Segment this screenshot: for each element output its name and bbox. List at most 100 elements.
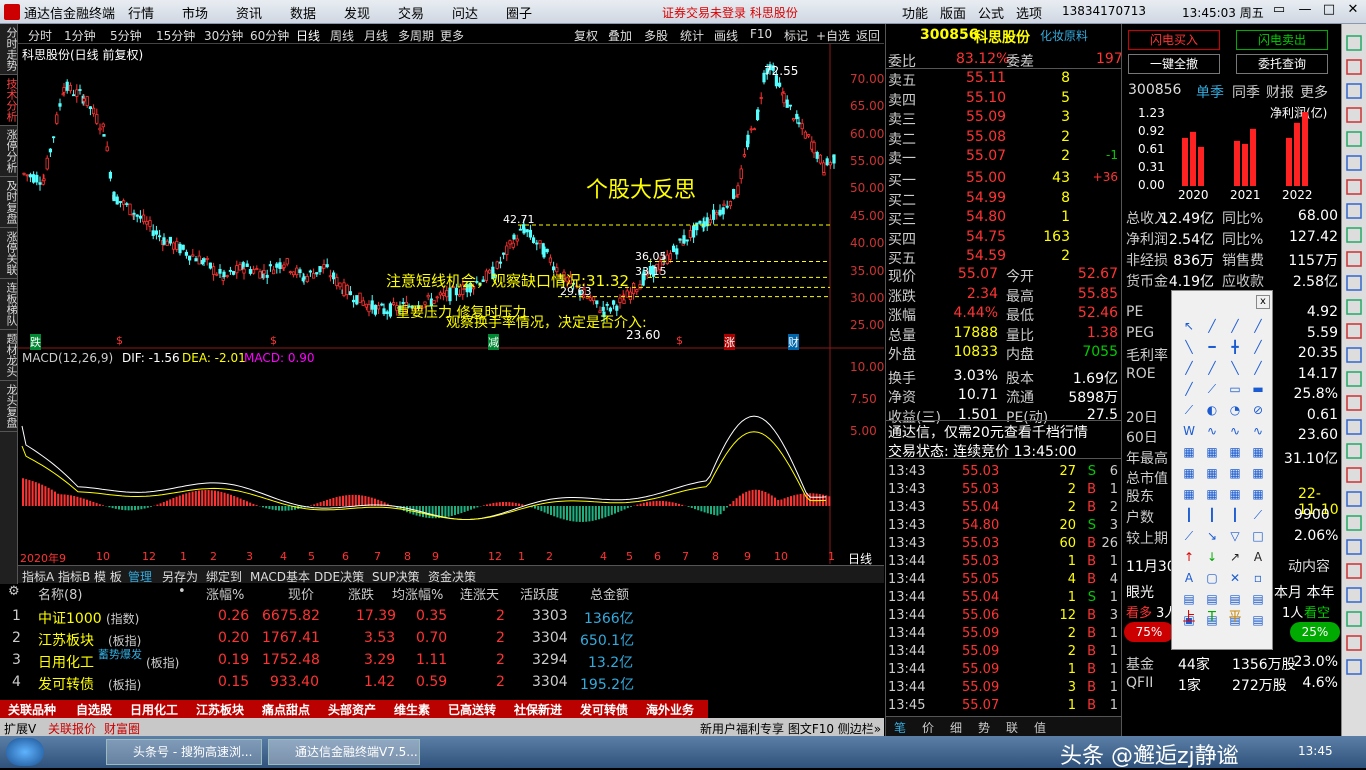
mark-label[interactable]: $ bbox=[270, 334, 277, 347]
indicator-tab[interactable]: DDE决策 bbox=[314, 568, 364, 585]
tick-tab[interactable]: 价 bbox=[922, 719, 934, 736]
sell-row[interactable]: 卖五55.118 bbox=[886, 70, 1122, 89]
tick-tab[interactable]: 联 bbox=[1006, 719, 1018, 736]
draw-tool-icon[interactable]: ▦ bbox=[1178, 485, 1200, 503]
indicator-tab[interactable]: 模 板 bbox=[94, 568, 122, 585]
col-header[interactable]: 名称(8) bbox=[38, 584, 82, 603]
indicator-tab[interactable]: SUP决策 bbox=[372, 568, 420, 585]
col-header[interactable]: 涨幅% bbox=[206, 584, 244, 603]
draw-tool-icon[interactable]: ╱ bbox=[1224, 317, 1246, 335]
toolbar-item[interactable]: 画线 bbox=[714, 27, 738, 44]
close-icon[interactable]: ✕ bbox=[1342, 2, 1364, 20]
stock-sector[interactable]: 化妆原料 bbox=[1040, 27, 1088, 44]
period-item[interactable]: 多周期 bbox=[398, 27, 434, 44]
draw-tool-icon[interactable]: ✕ bbox=[1224, 569, 1246, 587]
menu-xuanxiang[interactable]: 选项 bbox=[1016, 3, 1042, 22]
sector-tab[interactable]: 社保新进 bbox=[514, 701, 562, 718]
toolbar-item[interactable]: 返回 bbox=[856, 27, 880, 44]
draw-tool-icon[interactable]: ╱ bbox=[1201, 317, 1223, 335]
toolbar-item[interactable]: 统计 bbox=[680, 27, 704, 44]
draw-tool-icon[interactable]: ╲ bbox=[1224, 359, 1246, 377]
sector-tab[interactable]: 已高送转 bbox=[448, 701, 496, 718]
sector-tab[interactable]: 头部资产 bbox=[328, 701, 376, 718]
menu-zixun[interactable]: 资讯 bbox=[236, 3, 262, 22]
draw-tool-icon[interactable]: ⟋ bbox=[1247, 506, 1269, 524]
menu-wenda[interactable]: 问达 bbox=[452, 3, 478, 22]
tab-ticai[interactable]: 题材龙头 bbox=[0, 330, 17, 381]
draw-tool-icon[interactable]: ▬ bbox=[1247, 380, 1269, 398]
period-item[interactable]: 更多 bbox=[440, 27, 464, 44]
col-header[interactable]: 均涨幅% bbox=[392, 584, 443, 603]
tick-tab[interactable]: 势 bbox=[978, 719, 990, 736]
col-header[interactable]: 连涨天 bbox=[460, 584, 499, 603]
draw-tool-icon[interactable]: ▦ bbox=[1224, 443, 1246, 461]
f10-tab[interactable]: 财报 bbox=[1266, 82, 1294, 102]
tab-guanlian[interactable]: 涨停关联 bbox=[0, 228, 17, 279]
draw-tool-icon[interactable]: ▦ bbox=[1201, 443, 1223, 461]
indicator-tab[interactable]: 资金决策 bbox=[428, 568, 476, 585]
indicator-tab[interactable]: 另存为 bbox=[162, 568, 198, 585]
draw-tool-icon[interactable]: ⊘ bbox=[1247, 401, 1269, 419]
draw-tool-icon[interactable]: ▦ bbox=[1224, 464, 1246, 482]
period-item[interactable]: 5分钟 bbox=[110, 27, 142, 44]
draw-tool-icon[interactable]: ▤ bbox=[1224, 590, 1246, 608]
menu-gongshi[interactable]: 公式 bbox=[978, 3, 1004, 22]
draw-tool-icon[interactable]: ◔ bbox=[1224, 401, 1246, 419]
draw-tool-icon[interactable]: ◐ bbox=[1201, 401, 1223, 419]
draw-tool-icon[interactable]: ▽ bbox=[1224, 527, 1246, 545]
draw-tool-icon[interactable]: ▦ bbox=[1247, 485, 1269, 503]
draw-tool-icon[interactable]: ╲ bbox=[1178, 338, 1200, 356]
toolbar-item[interactable]: +自选 bbox=[816, 27, 850, 44]
indicator-tab[interactable]: 绑定到 bbox=[206, 568, 242, 585]
draw-tool-icon[interactable]: ╱ bbox=[1247, 317, 1269, 335]
draw-tool-icon[interactable]: ▤ bbox=[1178, 590, 1200, 608]
draw-tool-icon[interactable]: 上 bbox=[1178, 609, 1200, 627]
restore-icon[interactable]: ▭ bbox=[1268, 2, 1290, 20]
tab-longtou[interactable]: 龙头复盘 bbox=[0, 381, 17, 432]
sector-tab[interactable]: 痛点甜点 bbox=[262, 701, 310, 718]
taskbar-item[interactable]: 头条号 - 搜狗高速浏... bbox=[106, 739, 262, 765]
expand-button[interactable]: 扩展V bbox=[4, 720, 36, 737]
period-item[interactable]: 月线 bbox=[364, 27, 388, 44]
login-notice[interactable]: 证券交易未登录 科思股份 bbox=[662, 4, 798, 21]
mark-label[interactable]: $ bbox=[676, 334, 683, 347]
table-row[interactable]: 1 中证1000 (指数) 0.26 6675.82 17.39 0.35 2 … bbox=[0, 608, 884, 630]
sell-row[interactable]: 卖三55.093 bbox=[886, 109, 1122, 128]
period-item[interactable]: 30分钟 bbox=[204, 27, 243, 44]
menu-hangqing[interactable]: 行情 bbox=[128, 3, 154, 22]
cancel-all-button[interactable]: 一键全撤 bbox=[1128, 54, 1220, 74]
f10-tab[interactable]: 更多 bbox=[1300, 82, 1328, 102]
menu-faxian[interactable]: 发现 bbox=[344, 3, 370, 22]
toolbar-item[interactable]: 多股 bbox=[644, 27, 668, 44]
draw-tool-icon[interactable]: ↑ bbox=[1178, 548, 1200, 566]
table-row[interactable]: 3 日用化工 蓄势爆发 (板指) 0.19 1752.48 3.29 1.11 … bbox=[0, 652, 884, 674]
draw-tool-icon[interactable]: T bbox=[1201, 609, 1223, 627]
tab-jishu[interactable]: 技术分析 bbox=[0, 75, 17, 126]
draw-tool-icon[interactable]: ▦ bbox=[1247, 443, 1269, 461]
draw-tool-icon[interactable]: ▦ bbox=[1201, 464, 1223, 482]
bull-rate[interactable]: 75% bbox=[1124, 622, 1174, 642]
draw-tool-icon[interactable]: A bbox=[1247, 548, 1269, 566]
tab-fupan[interactable]: 及时复盘 bbox=[0, 177, 17, 228]
draw-tool-icon[interactable]: ↓ bbox=[1201, 548, 1223, 566]
draw-tool-icon[interactable]: ┃ bbox=[1178, 506, 1200, 524]
tab-zhangting[interactable]: 涨停分析 bbox=[0, 126, 17, 177]
col-header[interactable]: 现价 bbox=[288, 584, 314, 603]
draw-tool-icon[interactable]: ▤ bbox=[1201, 590, 1223, 608]
draw-tool-icon[interactable]: ▦ bbox=[1247, 464, 1269, 482]
draw-tool-icon[interactable]: ┃ bbox=[1224, 506, 1246, 524]
draw-tool-icon[interactable]: ╱ bbox=[1247, 359, 1269, 377]
close-icon[interactable]: x bbox=[1256, 295, 1270, 309]
col-header[interactable]: 总金额 bbox=[590, 584, 629, 603]
toolbar-icons[interactable] bbox=[1342, 24, 1366, 736]
indicator-tab[interactable]: 指标B bbox=[58, 568, 90, 585]
indicator-tab[interactable]: 指标A bbox=[22, 568, 54, 585]
draw-tool-icon[interactable]: ∿ bbox=[1224, 422, 1246, 440]
buy-row[interactable]: 买三54.801 bbox=[886, 209, 1122, 228]
indicator-tab[interactable]: MACD基本 bbox=[250, 568, 310, 585]
mark-label[interactable]: 减 bbox=[488, 334, 499, 350]
draw-tool-icon[interactable]: ↗ bbox=[1224, 548, 1246, 566]
toolbar-item[interactable]: F10 bbox=[750, 27, 772, 41]
toolbar-item[interactable]: 标记 bbox=[784, 27, 808, 44]
tick-tab[interactable]: 值 bbox=[1034, 719, 1046, 736]
